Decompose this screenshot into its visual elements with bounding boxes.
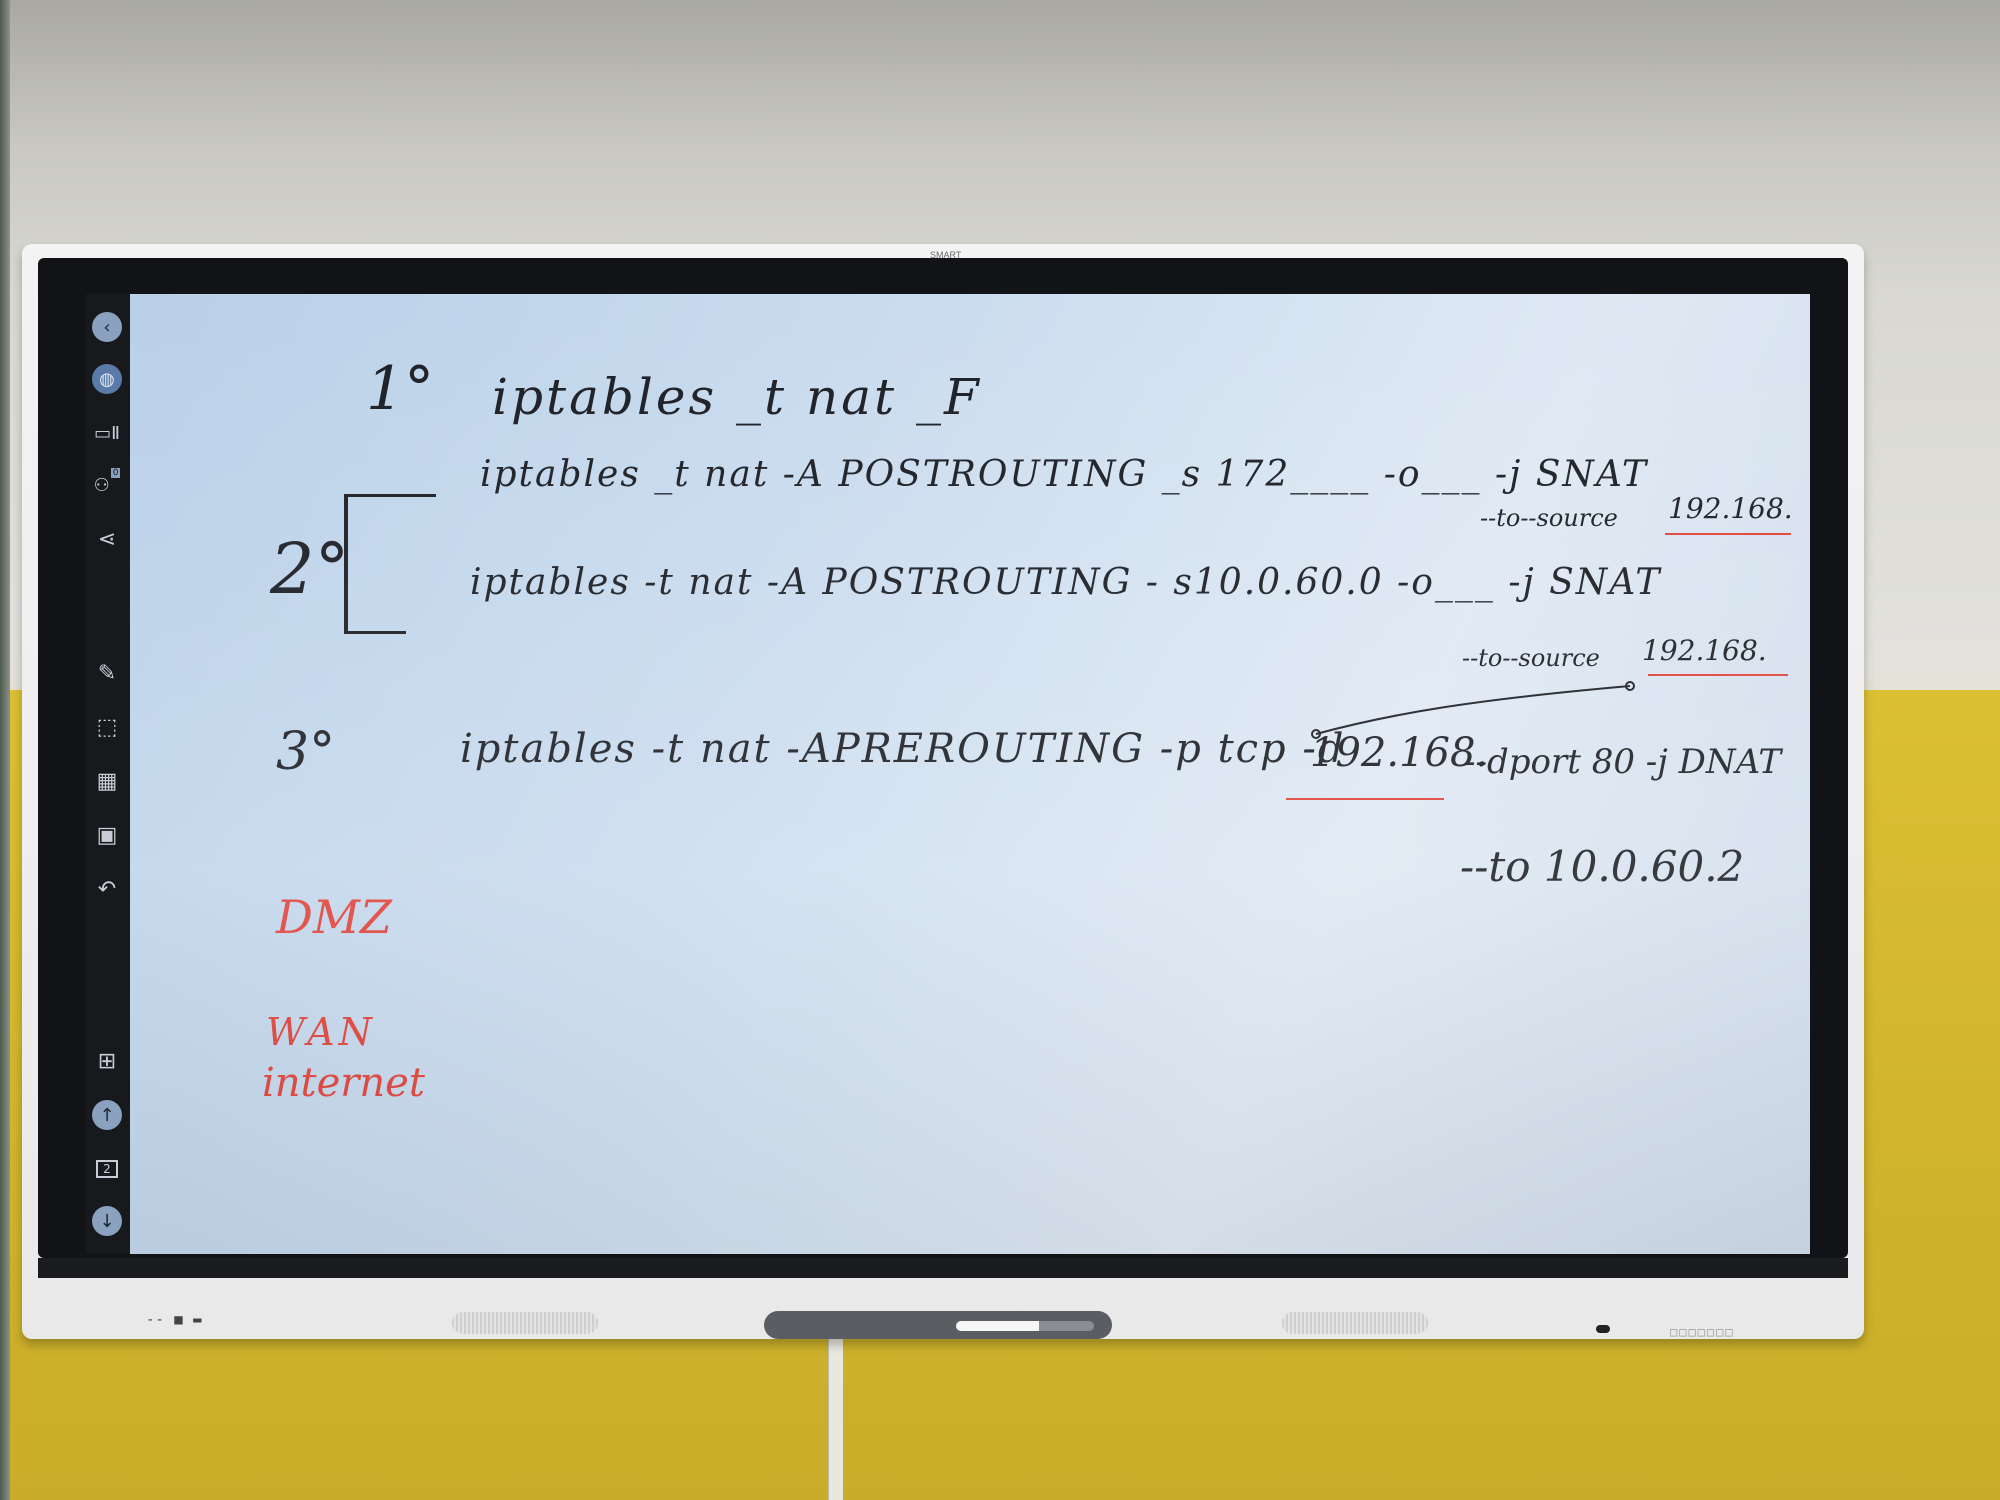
ink-connector-line: [1315, 685, 1631, 735]
insert-image-icon[interactable]: ▣: [90, 818, 124, 852]
undo-icon[interactable]: ↶: [90, 872, 124, 906]
front-control-strip: □□□□□□□: [1670, 1325, 1735, 1339]
select-icon[interactable]: ⬚: [90, 710, 124, 744]
page-down-icon[interactable]: ↓: [92, 1206, 122, 1236]
back-icon[interactable]: ‹: [92, 312, 122, 342]
participants-badge: 0: [110, 468, 121, 478]
stylus-pen[interactable]: [956, 1321, 1094, 1331]
page-number: 2: [96, 1160, 118, 1178]
wall-edge: [0, 0, 10, 1500]
pen-icon[interactable]: ✎: [90, 656, 124, 690]
speaker-right: [1282, 1312, 1428, 1334]
widgets-icon[interactable]: ▦: [90, 764, 124, 798]
page-counter-icon[interactable]: 2: [90, 1152, 124, 1186]
participants-icon[interactable]: ⚇ 0: [90, 468, 124, 502]
share-icon[interactable]: ⋖: [90, 522, 124, 556]
display-icon[interactable]: ▭Ⅱ: [90, 416, 124, 450]
browser-icon[interactable]: ◍: [92, 364, 122, 394]
power-cable: [828, 1330, 843, 1500]
brand-logo: SMART: [930, 250, 962, 260]
whiteboard-canvas[interactable]: 1° iptables _t nat _F 2° iptables _t nat…: [130, 294, 1810, 1254]
speaker-left: [452, 1312, 598, 1334]
add-page-icon[interactable]: ⊞: [90, 1044, 124, 1078]
whiteboard-toolbar: ‹ ◍ ▭Ⅱ ⚇ 0 ⋖ ✎ ⬚ ▦ ▣ ↶ ⊞ ↑ 2 ↓: [86, 294, 130, 1254]
page-up-icon[interactable]: ↑: [92, 1100, 122, 1130]
power-button[interactable]: [1596, 1325, 1610, 1333]
ink-connector-layer: [1311, 681, 1635, 739]
front-ports: -- ■ ▬: [146, 1312, 203, 1328]
display-lower-bezel: [38, 1258, 1848, 1278]
